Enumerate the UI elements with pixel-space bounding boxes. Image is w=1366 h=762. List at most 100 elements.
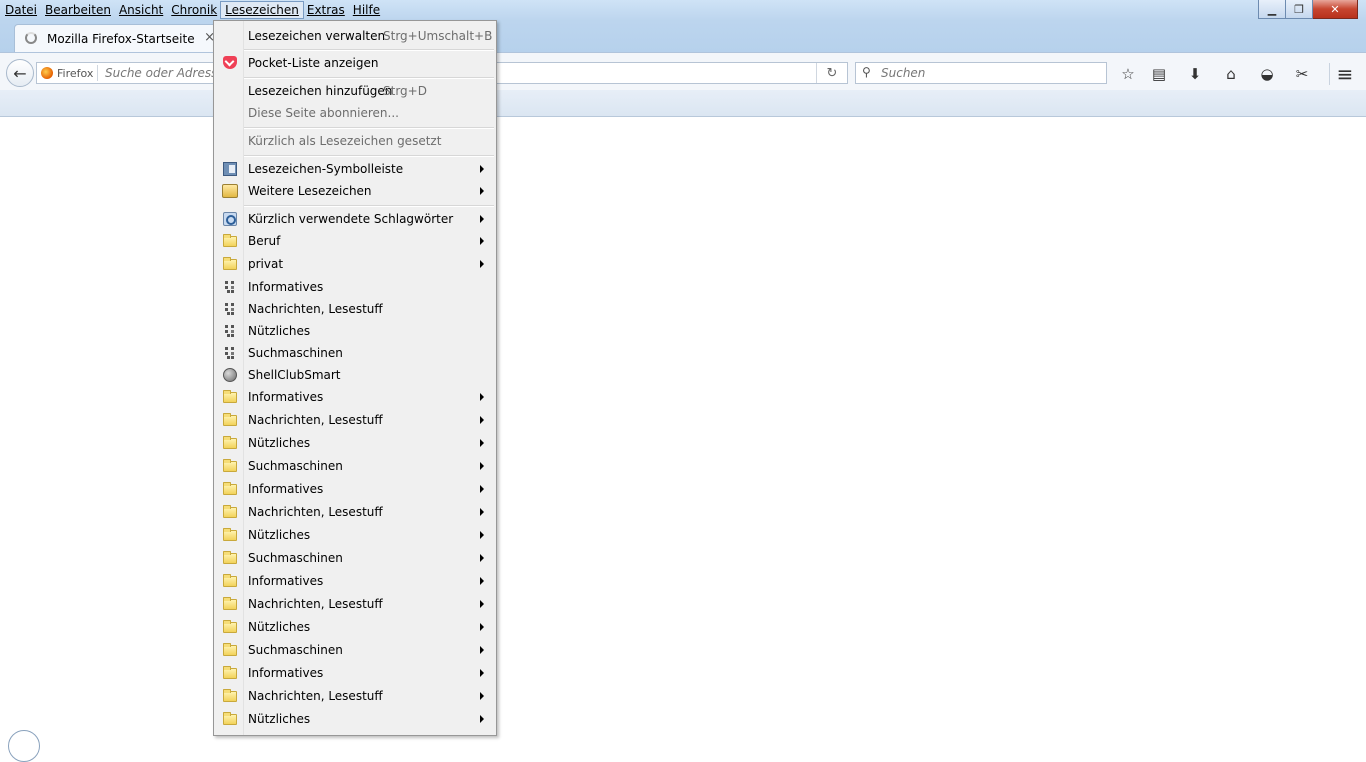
menuitem-folder[interactable]: Nachrichten, Lesestuff bbox=[215, 685, 495, 707]
menuitem-label: Nachrichten, Lesestuff bbox=[248, 505, 383, 519]
menuitem-label: Nachrichten, Lesestuff bbox=[248, 413, 383, 427]
menuitem-query-suchmaschinen[interactable]: Suchmaschinen bbox=[215, 342, 495, 364]
submenu-arrow-icon bbox=[480, 237, 484, 245]
submenu-arrow-icon bbox=[480, 439, 484, 447]
folder-icon bbox=[223, 390, 237, 403]
submenu-arrow-icon bbox=[480, 393, 484, 401]
menuitem-folder[interactable]: Suchmaschinen bbox=[215, 455, 495, 477]
firefox-logo-icon bbox=[41, 67, 53, 79]
menu-lesezeichen-label: Lesezeichen bbox=[225, 3, 299, 17]
menuitem-folder[interactable]: Informatives bbox=[215, 570, 495, 592]
menuitem-lesezeichen-verwalten[interactable]: Lesezeichen verwalten Strg+Umschalt+B bbox=[215, 25, 495, 47]
menuitem-folder[interactable]: Nützliches bbox=[215, 432, 495, 454]
menu-hilfe[interactable]: Hilfe bbox=[348, 0, 385, 19]
reload-icon: ↻ bbox=[826, 65, 838, 81]
menuitem-seite-abonnieren: Diese Seite abonnieren... bbox=[215, 102, 495, 124]
submenu-arrow-icon bbox=[480, 715, 484, 723]
menuitem-query-nuetzliches[interactable]: Nützliches bbox=[215, 320, 495, 342]
menuitem-label: Informatives bbox=[248, 390, 324, 404]
menuitem-folder[interactable]: Nachrichten, Lesestuff bbox=[215, 409, 495, 431]
pocket-icon bbox=[223, 56, 237, 69]
menuitem-label: Weitere Lesezeichen bbox=[248, 184, 372, 198]
reload-button[interactable]: ↻ bbox=[816, 63, 847, 83]
page-content bbox=[0, 117, 1366, 736]
menuitem-label: Lesezeichen hinzufügen bbox=[248, 84, 393, 98]
menuitem-label: Lesezeichen verwalten bbox=[248, 29, 386, 43]
menuitem-label: Informatives bbox=[248, 574, 324, 588]
bookmark-star-icon[interactable]: ☆ bbox=[1118, 64, 1138, 84]
menu-ansicht-label: Ansicht bbox=[118, 3, 164, 17]
menu-bearbeiten-label: Bearbeiten bbox=[45, 3, 111, 17]
menuitem-folder[interactable]: Suchmaschinen bbox=[215, 547, 495, 569]
menuitem-lesezeichen-hinzufuegen[interactable]: Lesezeichen hinzufügen Strg+D bbox=[215, 80, 495, 102]
query-bookmark-icon bbox=[224, 302, 236, 316]
menuitem-query-nachrichten[interactable]: Nachrichten, Lesestuff bbox=[215, 298, 495, 320]
menuitem-folder[interactable]: Informatives bbox=[215, 386, 495, 408]
menuitem-pocket-liste[interactable]: Pocket-Liste anzeigen bbox=[215, 52, 495, 74]
submenu-arrow-icon bbox=[480, 165, 484, 173]
menuitem-folder[interactable]: Nützliches bbox=[215, 524, 495, 546]
menuitem-folder[interactable]: Informatives bbox=[215, 662, 495, 684]
menuitem-folder-privat[interactable]: privat bbox=[215, 253, 495, 275]
menu-extras-label: Extras bbox=[306, 3, 345, 17]
hamburger-menu-icon[interactable]: ≡ bbox=[1335, 62, 1355, 86]
menu-chronik[interactable]: Chronik bbox=[166, 0, 222, 19]
menuitem-label: Nützliches bbox=[248, 436, 311, 450]
menu-ansicht[interactable]: Ansicht bbox=[114, 0, 168, 19]
toolbar-separator bbox=[1329, 63, 1330, 85]
menuitem-folder-beruf[interactable]: Beruf bbox=[215, 230, 495, 252]
menu-datei[interactable]: Datei bbox=[0, 0, 42, 19]
other-bookmarks-icon bbox=[222, 184, 238, 198]
menuitem-label: Informatives bbox=[248, 482, 324, 496]
submenu-arrow-icon bbox=[480, 215, 484, 223]
menuitem-label: Suchmaschinen bbox=[248, 346, 343, 360]
close-window-button[interactable]: ✕ bbox=[1313, 0, 1358, 19]
query-bookmark-icon bbox=[224, 280, 236, 294]
menuitem-folder-partial[interactable] bbox=[215, 731, 495, 735]
menuitem-query-informatives[interactable]: Informatives bbox=[215, 276, 495, 298]
folder-icon bbox=[223, 436, 237, 449]
search-placeholder: Suchen bbox=[881, 66, 926, 80]
bookmarks-toolbar bbox=[0, 90, 1366, 117]
menu-extras[interactable]: Extras bbox=[302, 0, 350, 19]
submenu-arrow-icon bbox=[480, 669, 484, 677]
menuitem-label: Suchmaschinen bbox=[248, 459, 343, 473]
home-icon[interactable]: ⌂ bbox=[1221, 64, 1241, 84]
menuitem-folder[interactable]: Nützliches bbox=[215, 708, 495, 730]
menuitem-symbolleiste[interactable]: Lesezeichen-Symbolleiste bbox=[215, 158, 495, 180]
submenu-arrow-icon bbox=[480, 554, 484, 562]
folder-icon bbox=[223, 257, 237, 270]
identity-box[interactable]: Firefox bbox=[41, 65, 99, 81]
back-button[interactable]: ← bbox=[6, 59, 34, 87]
folder-icon bbox=[223, 643, 237, 656]
menuitem-folder[interactable]: Nützliches bbox=[215, 616, 495, 638]
reading-list-icon[interactable]: ▤ bbox=[1149, 64, 1169, 84]
menuitem-schlagwoerter[interactable]: Kürzlich verwendete Schlagwörter bbox=[215, 208, 495, 230]
submenu-arrow-icon bbox=[480, 646, 484, 654]
menuitem-folder[interactable]: Suchmaschinen bbox=[215, 639, 495, 661]
menuitem-weitere-lesezeichen[interactable]: Weitere Lesezeichen bbox=[215, 180, 495, 202]
folder-icon bbox=[223, 666, 237, 679]
menuitem-folder[interactable]: Nachrichten, Lesestuff bbox=[215, 501, 495, 523]
menuitem-label: Pocket-Liste anzeigen bbox=[248, 56, 379, 70]
submenu-arrow-icon bbox=[480, 485, 484, 493]
downloads-icon[interactable]: ⬇ bbox=[1185, 64, 1205, 84]
submenu-arrow-icon bbox=[480, 623, 484, 631]
menuitem-shellclubsmart[interactable]: ShellClubSmart bbox=[215, 364, 495, 386]
folder-icon bbox=[223, 597, 237, 610]
addon-icon[interactable]: ✂ bbox=[1292, 64, 1312, 84]
tab-title: Mozilla Firefox-Startseite bbox=[47, 32, 195, 46]
menu-separator bbox=[244, 155, 494, 157]
menu-lesezeichen[interactable]: Lesezeichen bbox=[220, 1, 304, 19]
bookmarks-dropdown-menu: Lesezeichen verwalten Strg+Umschalt+B Po… bbox=[213, 20, 497, 736]
minimize-button[interactable]: ▁ bbox=[1258, 0, 1286, 19]
submenu-arrow-icon bbox=[480, 187, 484, 195]
maximize-button[interactable]: ❐ bbox=[1286, 0, 1313, 19]
menuitem-folder[interactable]: Nachrichten, Lesestuff bbox=[215, 593, 495, 615]
menuitem-folder[interactable]: Informatives bbox=[215, 478, 495, 500]
tab-startseite[interactable]: Mozilla Firefox-Startseite × bbox=[14, 24, 222, 52]
folder-icon bbox=[223, 574, 237, 587]
menu-bearbeiten[interactable]: Bearbeiten bbox=[40, 0, 116, 19]
pocket-icon[interactable]: ◒ bbox=[1257, 64, 1277, 84]
search-input[interactable]: ⚲ Suchen bbox=[855, 62, 1107, 84]
